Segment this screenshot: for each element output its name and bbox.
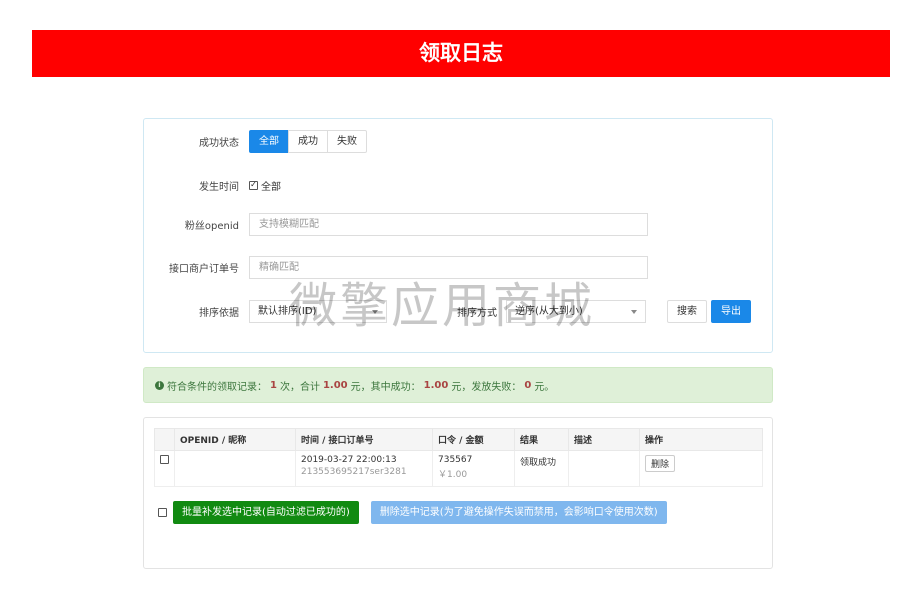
status-segmented-control: 全部 成功 失败 — [249, 129, 367, 153]
time-all-checkbox[interactable]: ✓ 全部 — [249, 178, 281, 193]
column-header-action: 操作 — [639, 428, 763, 451]
status-option-success[interactable]: 成功 — [288, 129, 328, 153]
row-checkbox[interactable] — [160, 455, 169, 464]
summary-count-unit: 次，合计 — [279, 381, 320, 393]
status-label: 成功状态 — [199, 137, 239, 149]
time-cell: 2019-03-27 22:00:13 213553695217ser3281 — [295, 450, 433, 487]
openid-input[interactable]: 支持模糊匹配 — [249, 212, 648, 236]
checkbox-checked-icon: ✓ — [249, 180, 258, 190]
column-header-openid: OPENID / 昵称 — [174, 428, 296, 451]
openid-filter-row: 粉丝openid 支持模糊匹配 — [144, 212, 648, 236]
chevron-down-icon — [631, 309, 637, 314]
order-filter-row: 接口商户订单号 精确匹配 — [144, 255, 648, 279]
status-option-all[interactable]: 全部 — [249, 129, 289, 153]
bulk-actions: 批量补发选中记录(自动过滤已成功的) 删除选中记录(为了避免操作失误而禁用，会影… — [158, 501, 667, 524]
sort-row: 排序依据 默认排序(ID) 排序方式 逆序(从大到小) 搜索 导出 — [144, 299, 751, 323]
code-value: 735567 — [438, 455, 473, 465]
sort-field-select[interactable]: 默认排序(ID) — [249, 299, 387, 323]
bulk-resend-button[interactable]: 批量补发选中记录(自动过滤已成功的) — [173, 501, 359, 524]
order-label: 接口商户订单号 — [169, 263, 239, 275]
records-table: OPENID / 昵称 时间 / 接口订单号 口令 / 金额 结果 描述 操作 … — [154, 428, 763, 487]
openid-label: 粉丝openid — [184, 220, 239, 232]
time-filter-row: 发生时间 ✓ 全部 — [144, 173, 281, 197]
time-value: 2019-03-27 22:00:13 — [301, 455, 397, 465]
column-header-code: 口令 / 金额 — [432, 428, 515, 451]
table-row: 2019-03-27 22:00:13 213553695217ser3281 … — [154, 450, 763, 487]
search-button[interactable]: 搜索 — [667, 299, 707, 323]
chevron-down-icon — [372, 309, 378, 314]
code-cell: 735567 ￥1.00 — [432, 450, 515, 487]
summary-total-unit: 元，其中成功： — [350, 381, 421, 393]
status-option-failed[interactable]: 失败 — [327, 129, 367, 153]
time-all-label: 全部 — [261, 181, 281, 193]
export-button[interactable]: 导出 — [711, 299, 751, 323]
select-all-checkbox[interactable] — [158, 508, 167, 517]
info-icon: i — [155, 380, 164, 390]
action-cell: 删除 — [639, 450, 763, 487]
amount-value: ￥1.00 — [438, 470, 468, 480]
sort-dir-label: 排序方式 — [457, 307, 497, 319]
summary-total: 1.00 — [322, 379, 348, 391]
row-select-cell — [154, 450, 175, 487]
summary-count: 1 — [270, 379, 277, 391]
sort-field-value: 默认排序(ID) — [258, 305, 317, 317]
select-column-header — [154, 428, 175, 451]
sort-direction-value: 逆序(从大到小) — [515, 305, 583, 317]
records-panel: OPENID / 昵称 时间 / 接口订单号 口令 / 金额 结果 描述 操作 … — [143, 417, 773, 569]
sort-direction-select[interactable]: 逆序(从大到小) — [506, 299, 646, 323]
filter-panel: 成功状态 全部 成功 失败 发生时间 ✓ 全部 粉丝openid 支持模糊匹配 … — [143, 118, 773, 353]
desc-cell — [568, 450, 640, 487]
column-header-time: 时间 / 接口订单号 — [295, 428, 433, 451]
order-no-input[interactable]: 精确匹配 — [249, 255, 648, 279]
summary-suffix: 元。 — [534, 381, 555, 393]
summary-alert: i 符合条件的领取记录： 1 次，合计 1.00 元，其中成功： 1.00 元，… — [143, 367, 773, 403]
openid-cell — [174, 450, 296, 487]
column-header-desc: 描述 — [568, 428, 640, 451]
result-cell: 领取成功 — [514, 450, 569, 487]
summary-prefix: 符合条件的领取记录： — [167, 381, 267, 393]
sort-label: 排序依据 — [199, 307, 239, 319]
time-label: 发生时间 — [199, 181, 239, 193]
delete-row-button[interactable]: 删除 — [645, 455, 676, 472]
summary-failed: 0 — [524, 379, 532, 391]
order-no-value: 213553695217ser3281 — [301, 467, 407, 477]
bulk-delete-button[interactable]: 删除选中记录(为了避免操作失误而禁用，会影响口令使用次数) — [370, 501, 667, 524]
page-title: 领取日志 — [32, 30, 890, 77]
summary-success: 1.00 — [423, 379, 449, 391]
summary-success-unit: 元，发放失败： — [451, 381, 522, 393]
status-filter-row: 成功状态 全部 成功 失败 — [144, 129, 367, 153]
table-header-row: OPENID / 昵称 时间 / 接口订单号 口令 / 金额 结果 描述 操作 — [154, 428, 763, 451]
column-header-result: 结果 — [514, 428, 569, 451]
